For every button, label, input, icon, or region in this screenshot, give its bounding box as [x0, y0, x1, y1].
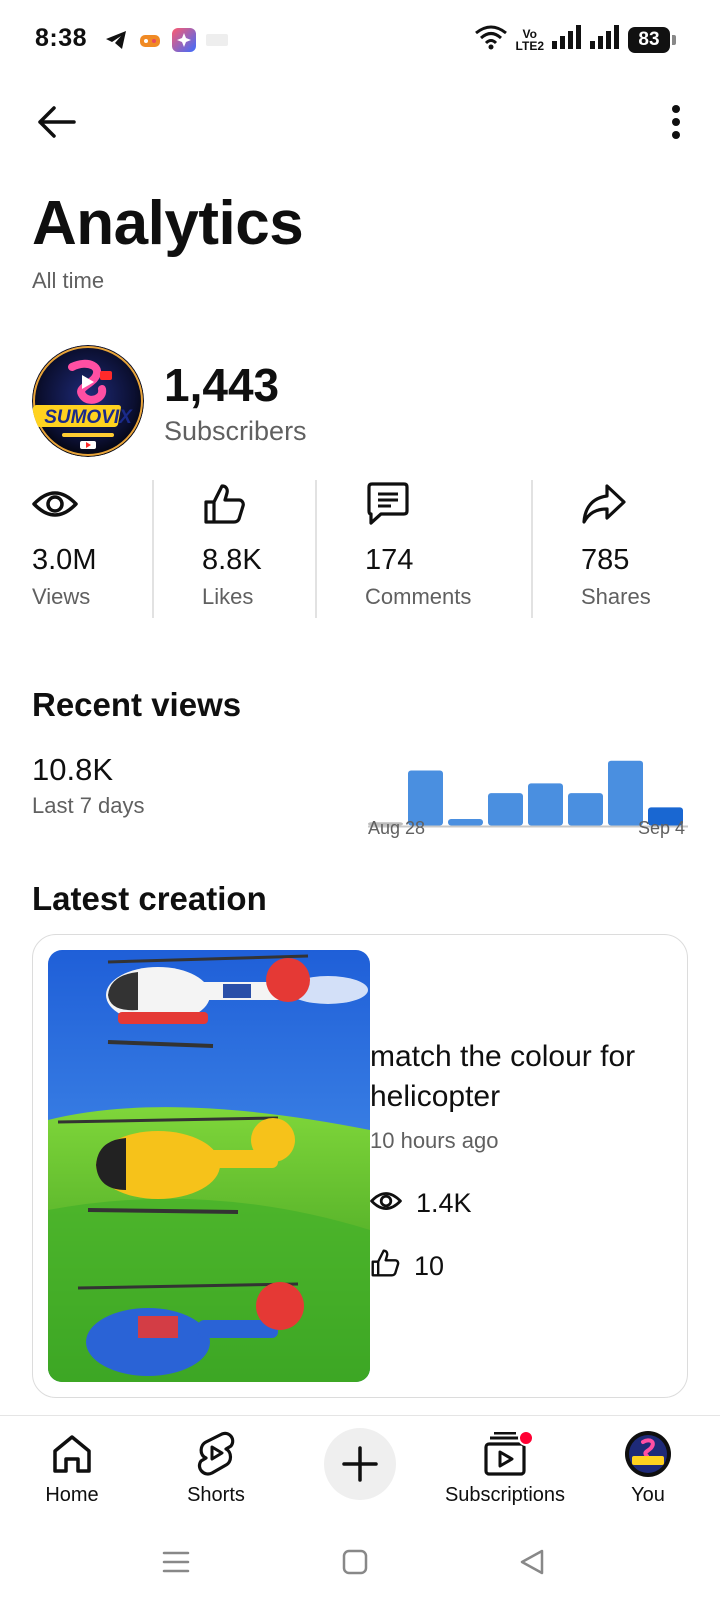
thumbs-up-icon — [202, 480, 250, 528]
nav-shorts-label: Shorts — [187, 1484, 245, 1506]
nav-home-label: Home — [45, 1484, 99, 1506]
helicopter-thumbnail-image — [48, 950, 370, 1382]
home-system-button[interactable] — [335, 1542, 375, 1582]
nav-subscriptions-label: Subscriptions — [444, 1484, 566, 1506]
latest-creation-title: Latest creation — [32, 880, 267, 917]
nav-shorts[interactable]: Shorts — [141, 1428, 291, 1507]
video-likes-value: 10 — [414, 1251, 445, 1281]
stat-divider — [531, 480, 533, 618]
page-title: Analytics — [32, 189, 304, 258]
video-posted-time: 10 hours ago — [370, 1128, 499, 1153]
channel-avatar: SUMOVIX — [32, 345, 144, 457]
back-button[interactable] — [30, 96, 82, 148]
stat-divider — [152, 480, 154, 618]
chart-bar-sep-3 — [608, 760, 643, 826]
status-app-icons — [104, 28, 228, 52]
thumbs-up-icon — [370, 1248, 400, 1285]
create-button[interactable] — [324, 1428, 396, 1500]
comments-value: 174 — [365, 544, 414, 576]
recent-views-period: Last 7 days — [32, 793, 145, 818]
more-options-button[interactable] — [650, 96, 702, 148]
status-time: 8:38 — [35, 24, 88, 52]
eye-icon — [32, 480, 80, 528]
nav-you-label: You — [631, 1484, 665, 1506]
video-title[interactable]: match the colour for helicopter — [370, 1037, 670, 1117]
notification-dot — [518, 1430, 534, 1446]
game-app-icon — [138, 28, 162, 52]
menu-icon — [162, 1551, 190, 1573]
period-label[interactable]: All time — [32, 268, 104, 294]
chart-tick-end: Sep 4 — [638, 818, 686, 838]
battery-indicator: 83 — [628, 26, 676, 53]
status-bar: 8:38 Vo LTE2 83 — [0, 0, 720, 84]
chart-bar-aug-31 — [488, 793, 523, 826]
status-indicators: Vo LTE2 83 — [474, 24, 676, 55]
likes-value: 8.8K — [202, 544, 262, 576]
triangle-back-icon — [520, 1549, 544, 1575]
shares-value: 785 — [581, 544, 630, 576]
subscriptions-icon — [482, 1428, 534, 1480]
comments-label: Comments — [365, 584, 472, 609]
chart-tick-start: Aug 28 — [368, 818, 426, 838]
nav-you[interactable]: You — [573, 1428, 720, 1507]
home-icon — [51, 1428, 93, 1480]
views-value: 3.0M — [32, 544, 97, 576]
wifi-icon — [474, 24, 508, 55]
video-views-value: 1.4K — [416, 1188, 472, 1218]
star-app-icon — [172, 28, 196, 52]
comment-icon — [365, 480, 413, 528]
recent-views-title: Recent views — [32, 686, 242, 723]
recents-button[interactable] — [156, 1542, 196, 1582]
stat-divider — [315, 480, 317, 618]
profile-avatar-icon — [624, 1428, 672, 1480]
video-thumbnail[interactable] — [48, 950, 370, 1382]
subscriber-label: Subscribers — [164, 416, 307, 446]
shares-label: Shares — [581, 584, 651, 609]
likes-label: Likes — [202, 584, 254, 609]
chart-bar-sep-1 — [528, 783, 563, 826]
plus-icon — [342, 1446, 378, 1482]
signal-icon — [590, 25, 620, 54]
square-icon — [342, 1549, 368, 1575]
eye-icon — [370, 1188, 402, 1219]
telegram-icon — [104, 28, 128, 52]
video-likes: 10 — [370, 1248, 444, 1285]
arrow-left-icon — [38, 106, 76, 138]
volte-indicator: Vo LTE2 — [515, 26, 544, 53]
sumovix-logo: SUMOVIX — [32, 345, 144, 457]
small-app-icon — [206, 34, 228, 46]
chart-bar-sep-2 — [568, 793, 603, 826]
video-views: 1.4K — [370, 1188, 472, 1219]
share-icon — [581, 480, 629, 528]
nav-home[interactable]: Home — [0, 1428, 147, 1507]
system-navigation-bar — [0, 1520, 720, 1600]
views-label: Views — [32, 584, 91, 609]
chart-bar-aug-30 — [448, 819, 483, 826]
recent-views-value: 10.8K — [32, 752, 114, 787]
back-system-button[interactable] — [512, 1542, 552, 1582]
nav-subscriptions[interactable]: Subscriptions — [430, 1428, 580, 1507]
latest-creation-card[interactable] — [32, 934, 688, 1398]
logo-text: SUMOVIX — [44, 407, 133, 428]
signal-icon — [552, 25, 582, 54]
shorts-icon — [196, 1428, 236, 1480]
more-vert-icon — [672, 105, 680, 139]
subscriber-count: 1,443 — [164, 359, 280, 411]
